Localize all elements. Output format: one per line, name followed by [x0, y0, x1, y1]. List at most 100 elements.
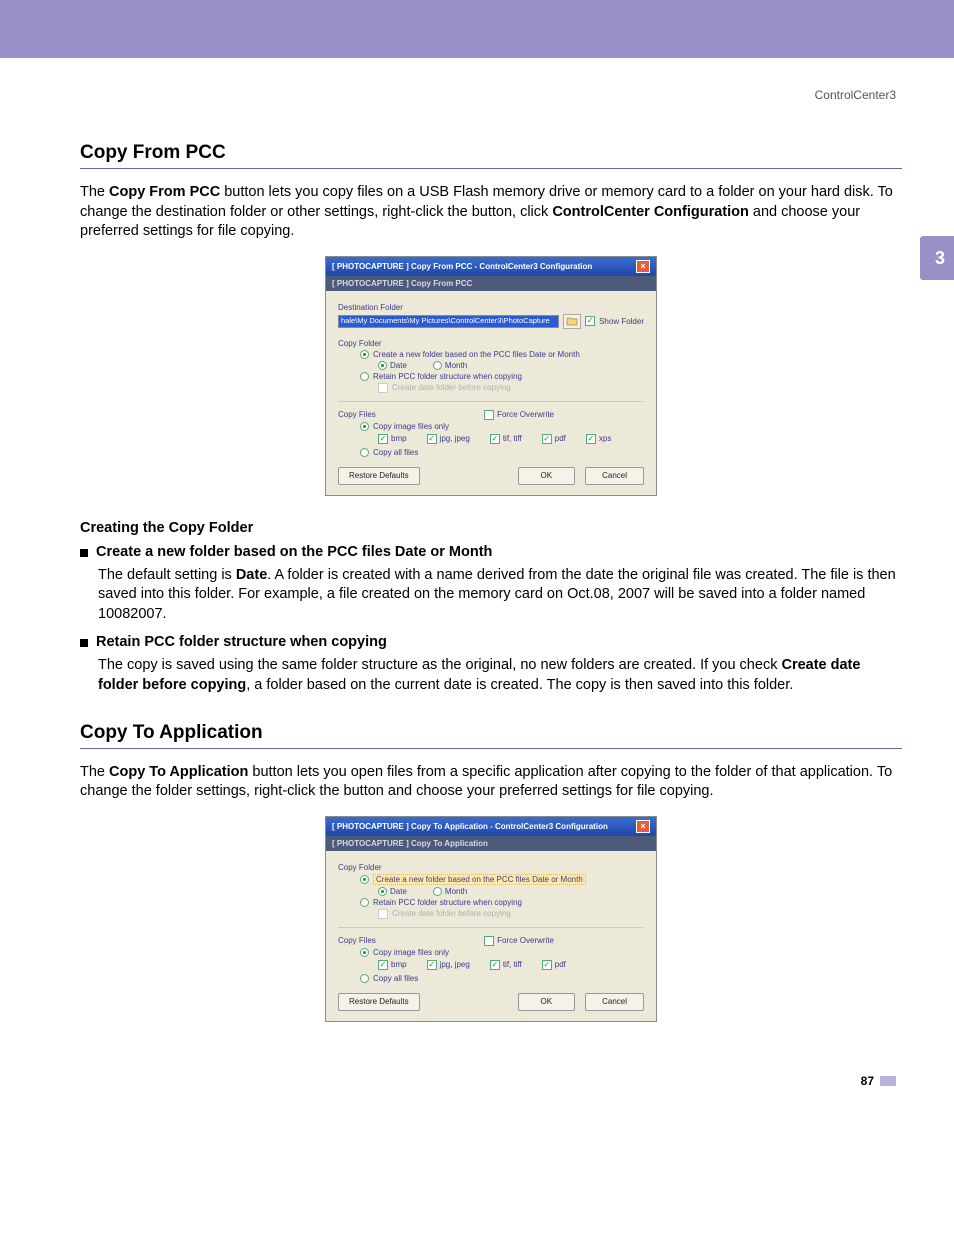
radio-month-label: Month: [445, 361, 467, 370]
radio-new-folder[interactable]: [360, 875, 369, 884]
destination-path-input[interactable]: hale\My Documents\My Pictures\ControlCen…: [338, 315, 559, 328]
close-icon[interactable]: ×: [636, 820, 650, 833]
checkbox-force-overwrite[interactable]: [484, 936, 494, 946]
radio-retain[interactable]: [360, 898, 369, 907]
destination-folder-label: Destination Folder: [338, 303, 644, 312]
checkbox-tif[interactable]: [490, 434, 500, 444]
text: The: [80, 764, 109, 780]
radio-date[interactable]: [378, 887, 387, 896]
ok-button[interactable]: OK: [518, 993, 576, 1011]
page-number-bar: [880, 1076, 896, 1086]
checkbox-bmp[interactable]: [378, 434, 388, 444]
text: The default setting is: [98, 567, 236, 583]
radio-date-label: Date: [390, 361, 407, 370]
label-bmp: bmp: [391, 960, 407, 969]
restore-defaults-button[interactable]: Restore Defaults: [338, 993, 420, 1011]
copy-files-label: Copy Files: [338, 936, 376, 945]
radio-copy-image-only[interactable]: [360, 948, 369, 957]
radio-copy-image-only-label: Copy image files only: [373, 422, 449, 431]
radio-retain-label: Retain PCC folder structure when copying: [373, 898, 522, 907]
dialog-title: [ PHOTOCAPTURE ] Copy From PCC - Control…: [332, 262, 592, 271]
checkbox-create-date: [378, 383, 388, 393]
restore-defaults-button[interactable]: Restore Defaults: [338, 467, 420, 485]
checkbox-pdf[interactable]: [542, 960, 552, 970]
bold: Copy To Application: [109, 764, 248, 780]
header-label: ControlCenter3: [80, 88, 896, 102]
checkbox-force-overwrite[interactable]: [484, 410, 494, 420]
page-number: 87: [80, 1074, 896, 1088]
bullet-2-body: The copy is saved using the same folder …: [98, 656, 902, 695]
text: The copy is saved using the same folder …: [98, 657, 781, 673]
cancel-button[interactable]: Cancel: [585, 467, 644, 485]
checkbox-create-date-label: Create date folder before copying: [392, 383, 511, 392]
checkbox-jpg[interactable]: [427, 434, 437, 444]
radio-new-folder-label: Create a new folder based on the PCC fil…: [373, 874, 586, 885]
label-xps: xps: [599, 434, 611, 443]
dialog-titlebar: [ PHOTOCAPTURE ] Copy To Application - C…: [326, 817, 656, 836]
section-title-copy-to-application: Copy To Application: [80, 722, 902, 749]
checkbox-jpg[interactable]: [427, 960, 437, 970]
dialog-copy-to-application: [ PHOTOCAPTURE ] Copy To Application - C…: [325, 816, 657, 1022]
radio-retain-label: Retain PCC folder structure when copying: [373, 372, 522, 381]
page-number-value: 87: [861, 1074, 874, 1088]
radio-copy-image-only-label: Copy image files only: [373, 948, 449, 957]
dialog-copy-from-pcc: [ PHOTOCAPTURE ] Copy From PCC - Control…: [325, 256, 657, 496]
checkbox-create-date: [378, 909, 388, 919]
radio-month[interactable]: [433, 887, 442, 896]
ok-button[interactable]: OK: [518, 467, 576, 485]
bullet-1: Create a new folder based on the PCC fil…: [80, 544, 902, 560]
radio-retain[interactable]: [360, 372, 369, 381]
checkbox-xps[interactable]: [586, 434, 596, 444]
label-jpg: jpg, jpeg: [440, 960, 470, 969]
bold: Date: [236, 567, 267, 583]
label-bmp: bmp: [391, 434, 407, 443]
bullet-1-text: Create a new folder based on the PCC fil…: [96, 544, 492, 560]
dialog-subtitle: [ PHOTOCAPTURE ] Copy From PCC: [326, 276, 656, 291]
label-jpg: jpg, jpeg: [440, 434, 470, 443]
checkbox-create-date-label: Create date folder before copying: [392, 909, 511, 918]
copy-folder-label: Copy Folder: [338, 863, 644, 872]
creating-copy-folder-heading: Creating the Copy Folder: [80, 520, 902, 536]
bullet-2-text: Retain PCC folder structure when copying: [96, 634, 387, 650]
section1-paragraph: The Copy From PCC button lets you copy f…: [80, 183, 902, 242]
bullet-2: Retain PCC folder structure when copying: [80, 634, 902, 650]
close-icon[interactable]: ×: [636, 260, 650, 273]
chapter-tab: 3: [920, 236, 954, 280]
copy-files-label: Copy Files: [338, 410, 376, 419]
label-tif: tif, tiff: [503, 434, 522, 443]
radio-date[interactable]: [378, 361, 387, 370]
browse-folder-button[interactable]: [563, 314, 581, 329]
radio-copy-all-label: Copy all files: [373, 448, 418, 457]
cancel-button[interactable]: Cancel: [585, 993, 644, 1011]
top-bar: [0, 0, 954, 58]
square-bullet-icon: [80, 549, 88, 557]
checkbox-bmp[interactable]: [378, 960, 388, 970]
bold: ControlCenter Configuration: [552, 204, 749, 220]
radio-date-label: Date: [390, 887, 407, 896]
label-pdf: pdf: [555, 960, 566, 969]
label-pdf: pdf: [555, 434, 566, 443]
force-overwrite-label: Force Overwrite: [497, 936, 554, 945]
bold: Copy From PCC: [109, 184, 220, 200]
force-overwrite-label: Force Overwrite: [497, 410, 554, 419]
show-folder-label: Show Folder: [599, 317, 644, 326]
section-title-copy-from-pcc: Copy From PCC: [80, 142, 902, 169]
radio-month-label: Month: [445, 887, 467, 896]
text: The: [80, 184, 109, 200]
show-folder-checkbox[interactable]: [585, 316, 595, 326]
copy-folder-label: Copy Folder: [338, 339, 644, 348]
radio-copy-all-label: Copy all files: [373, 974, 418, 983]
label-tif: tif, tiff: [503, 960, 522, 969]
checkbox-tif[interactable]: [490, 960, 500, 970]
radio-new-folder[interactable]: [360, 350, 369, 359]
dialog-title: [ PHOTOCAPTURE ] Copy To Application - C…: [332, 822, 608, 831]
dialog-subtitle: [ PHOTOCAPTURE ] Copy To Application: [326, 836, 656, 851]
square-bullet-icon: [80, 639, 88, 647]
radio-copy-all[interactable]: [360, 448, 369, 457]
radio-new-folder-label: Create a new folder based on the PCC fil…: [373, 350, 580, 359]
checkbox-pdf[interactable]: [542, 434, 552, 444]
radio-month[interactable]: [433, 361, 442, 370]
radio-copy-image-only[interactable]: [360, 422, 369, 431]
bullet-1-body: The default setting is Date. A folder is…: [98, 566, 902, 625]
radio-copy-all[interactable]: [360, 974, 369, 983]
